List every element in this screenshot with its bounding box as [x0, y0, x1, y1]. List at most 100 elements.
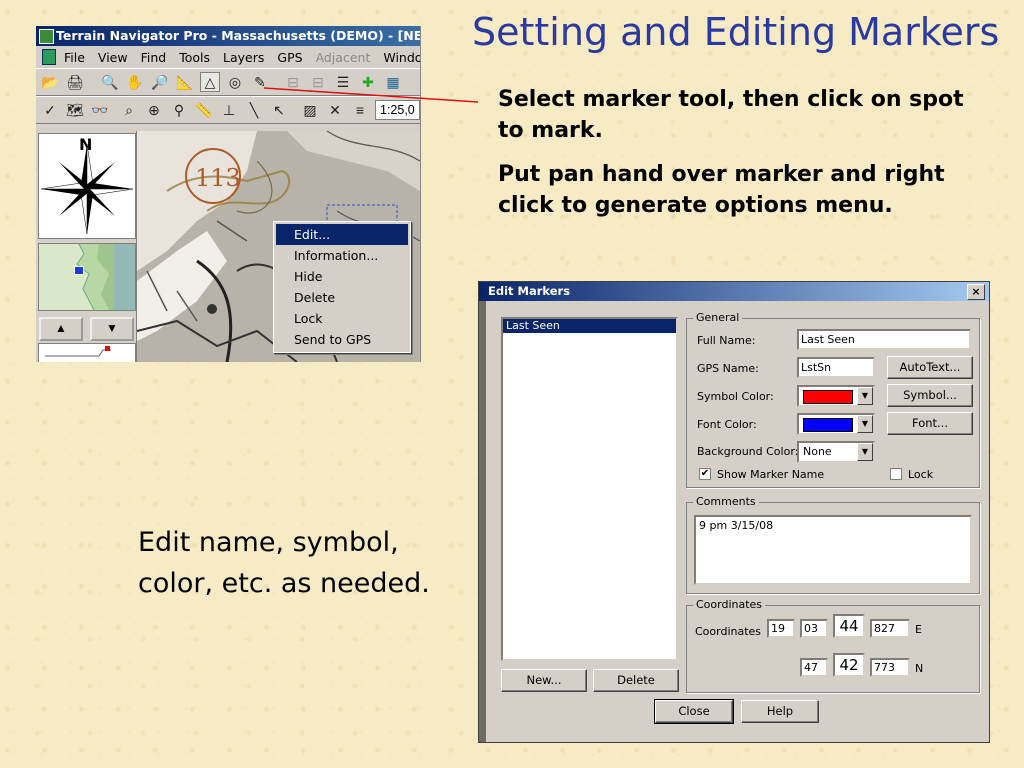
lat-decimal-field[interactable]: 773: [870, 658, 910, 677]
menu-gps[interactable]: GPS: [277, 50, 302, 65]
elevation-icon[interactable]: ⊥: [219, 100, 239, 120]
delete-button[interactable]: Delete: [593, 669, 679, 692]
legend-icon[interactable]: ≡: [350, 100, 370, 120]
background-color-label: Background Color:: [697, 445, 799, 458]
symbol-button[interactable]: Symbol...: [887, 384, 973, 407]
measure-icon[interactable]: 📐: [175, 72, 195, 92]
lon-minutes-field[interactable]: 03: [800, 619, 828, 638]
crosshair-icon[interactable]: ⊕: [144, 100, 164, 120]
profile-icon[interactable]: ⊟: [283, 72, 303, 92]
menu-view[interactable]: View: [98, 50, 128, 65]
lat-big-digits: 42: [833, 653, 865, 677]
binoculars-icon[interactable]: 👓: [90, 100, 110, 120]
lon-direction: E: [915, 623, 922, 636]
layers-icon[interactable]: ▦: [383, 72, 403, 92]
font-color-swatch: [803, 418, 853, 432]
chevron-down-icon[interactable]: ▼: [857, 387, 873, 405]
help-button[interactable]: Help: [741, 700, 819, 723]
background-color-select[interactable]: None ▼: [797, 441, 875, 463]
font-color-select[interactable]: ▼: [797, 413, 875, 435]
new-button[interactable]: New...: [501, 669, 587, 692]
list-item[interactable]: Last Seen: [503, 319, 676, 333]
slide-title: Setting and Editing Markers: [472, 10, 1000, 54]
lock-label: Lock: [908, 468, 934, 481]
chevron-down-icon[interactable]: ▼: [857, 415, 873, 433]
coordinates-group: Coordinates Coordinates 19 03 44 827 E 4…: [686, 598, 980, 693]
document-icon: [42, 49, 56, 65]
photo-icon[interactable]: ▨: [300, 100, 320, 120]
chevron-down-icon[interactable]: ▼: [857, 443, 873, 461]
pan-hand-icon[interactable]: ✋: [125, 72, 145, 92]
route-icon[interactable]: 🗺: [65, 100, 85, 120]
show-marker-name-label: Show Marker Name: [717, 468, 825, 481]
lat-direction: N: [915, 662, 924, 675]
target-icon[interactable]: ◎: [225, 72, 245, 92]
menu-window[interactable]: Windo: [383, 50, 420, 65]
list-icon[interactable]: ☰: [333, 72, 353, 92]
ruler-icon[interactable]: 📏: [194, 100, 214, 120]
context-send-to-gps[interactable]: Send to GPS: [274, 329, 410, 350]
marker-list[interactable]: Last Seen: [501, 317, 678, 661]
line-icon[interactable]: ╲: [244, 100, 264, 120]
search-icon[interactable]: ⌕: [119, 100, 139, 120]
zoom-box-icon[interactable]: 🔎: [150, 72, 170, 92]
coordinates-label: Coordinates: [695, 625, 762, 638]
route-number-label: 113: [195, 164, 241, 192]
menu-adjacent: Adjacent: [315, 49, 371, 65]
marker-tool-icon[interactable]: △: [200, 72, 220, 92]
context-hide[interactable]: Hide: [274, 266, 410, 287]
compass-rose: N: [38, 133, 136, 239]
context-information[interactable]: Information...: [274, 245, 410, 266]
coordinates-group-label: Coordinates: [693, 598, 766, 611]
close-icon[interactable]: ×: [967, 284, 985, 300]
comments-group: Comments 9 pm 3/15/08: [686, 495, 980, 594]
full-name-field[interactable]: Last Seen: [797, 329, 971, 350]
lon-degrees-field[interactable]: 19: [767, 619, 795, 638]
terrain-navigator-window: Terrain Navigator Pro - Massachusetts (D…: [36, 26, 421, 362]
scroll-up-button[interactable]: ▲: [39, 317, 83, 341]
overview-map[interactable]: [38, 243, 136, 311]
menu-bar: File View Find Tools Layers GPS Adjacent…: [36, 46, 420, 68]
context-lock[interactable]: Lock: [274, 308, 410, 329]
topo-map[interactable]: 113 Edit... Information... Hide Delete L…: [137, 131, 420, 362]
scale-field[interactable]: 1:25,0: [375, 100, 420, 120]
close-button[interactable]: Close: [654, 699, 734, 724]
show-marker-name-checkbox[interactable]: ✔: [699, 468, 711, 480]
pencil-icon[interactable]: ✎: [250, 72, 270, 92]
font-button[interactable]: Font...: [887, 412, 973, 435]
compass-north-label: N: [79, 135, 92, 154]
window-title: Terrain Navigator Pro - Massachusetts (D…: [56, 28, 421, 43]
app-icon: [39, 29, 54, 44]
menu-find[interactable]: Find: [141, 50, 167, 65]
symbol-color-label: Symbol Color:: [697, 390, 774, 403]
delete-x-icon[interactable]: ✕: [325, 100, 345, 120]
symbol-color-select[interactable]: ▼: [797, 385, 875, 407]
grid-icon[interactable]: ✚: [358, 72, 378, 92]
pin-icon[interactable]: ⚲: [169, 100, 189, 120]
check-icon[interactable]: ✓: [40, 100, 60, 120]
context-edit[interactable]: Edit...: [276, 224, 408, 245]
edit-markers-dialog: Edit Markers × Last Seen New... Delete G…: [478, 281, 990, 743]
print-icon[interactable]: 🖨: [65, 72, 85, 92]
context-delete[interactable]: Delete: [274, 287, 410, 308]
dialog-title: Edit Markers: [488, 284, 571, 298]
menu-file[interactable]: File: [64, 50, 85, 65]
cursor-icon[interactable]: ↖: [269, 100, 289, 120]
map-edge: [479, 301, 486, 742]
toolbar-bottom: ✓ 🗺 👓 ⌕ ⊕ ⚲ 📏 ⊥ ╲ ↖ ▨ ✕ ≡ 1:25,0: [36, 96, 420, 124]
scroll-down-button[interactable]: ▼: [90, 317, 134, 341]
menu-layers[interactable]: Layers: [223, 50, 264, 65]
dialog-titlebar: Edit Markers ×: [479, 282, 989, 301]
open-folder-icon[interactable]: 📂: [40, 72, 60, 92]
lat-degrees-field[interactable]: 47: [800, 658, 828, 677]
comments-textarea[interactable]: 9 pm 3/15/08: [694, 515, 972, 585]
gps-name-field[interactable]: LstSn: [797, 357, 875, 378]
zoom-icon[interactable]: 🔍: [100, 72, 120, 92]
lon-decimal-field[interactable]: 827: [870, 619, 910, 638]
menu-tools[interactable]: Tools: [179, 50, 210, 65]
window-titlebar: Terrain Navigator Pro - Massachusetts (D…: [36, 26, 420, 46]
instruction-right-click: Put pan hand over marker and right click…: [498, 162, 945, 218]
profile2-icon[interactable]: ⊟: [308, 72, 328, 92]
autotext-button[interactable]: AutoText...: [887, 356, 973, 379]
lock-checkbox[interactable]: [890, 468, 902, 480]
